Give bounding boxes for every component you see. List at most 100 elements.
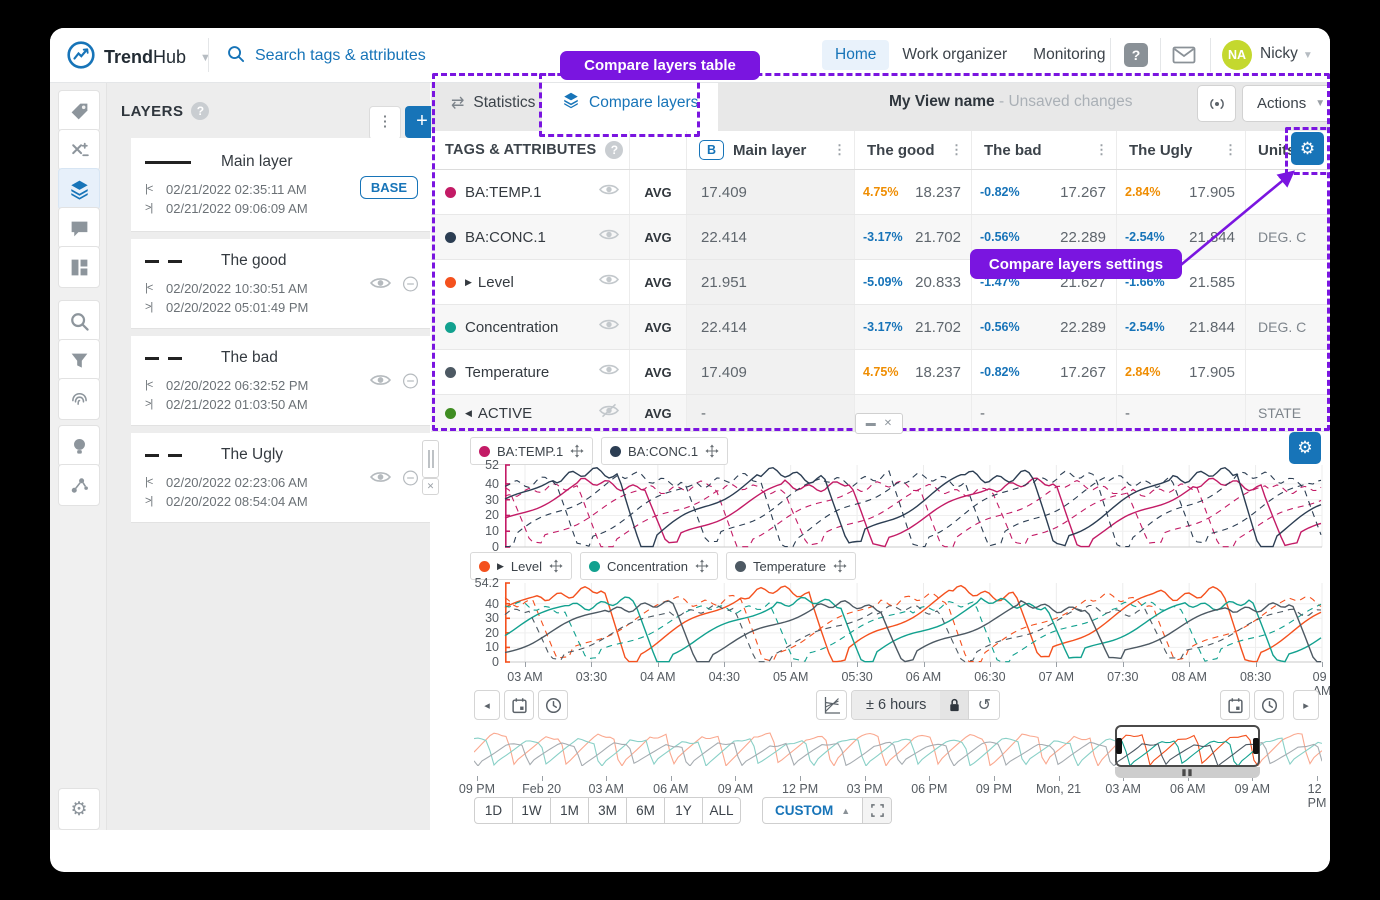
- rail-layers-icon[interactable]: [58, 168, 100, 210]
- start-time-picker-button[interactable]: [538, 690, 568, 720]
- move-icon[interactable]: [695, 559, 709, 573]
- rail-dashboard-icon[interactable]: [58, 246, 100, 288]
- selection-drag-strip[interactable]: ▮▮: [1115, 767, 1260, 778]
- legend-chip-temperature[interactable]: Temperature: [726, 552, 856, 580]
- visibility-eye-icon[interactable]: [599, 362, 619, 382]
- zoom-custom-button[interactable]: CUSTOM▲: [763, 798, 862, 823]
- aggregation-type[interactable]: AVG: [630, 350, 687, 394]
- layer-visibility-eye-icon[interactable]: [370, 469, 391, 490]
- table-row[interactable]: ▶ Level AVG 21.951 -5.09%20.833 -1.47%21…: [431, 260, 1330, 305]
- help-icon[interactable]: ?: [605, 141, 623, 159]
- compare-trends-button[interactable]: [816, 690, 847, 720]
- nav-item-monitoring[interactable]: Monitoring: [1020, 40, 1118, 70]
- chevron-down-icon[interactable]: ▼: [200, 52, 211, 64]
- legend-chip-concentration[interactable]: Concentration: [580, 552, 718, 580]
- rail-formula-icon[interactable]: [58, 129, 100, 171]
- avatar[interactable]: NA: [1222, 40, 1252, 70]
- lock-icon[interactable]: [940, 691, 968, 719]
- aggregation-type[interactable]: AVG: [630, 260, 687, 304]
- kebab-menu-icon[interactable]: ⋮: [1095, 142, 1108, 158]
- visibility-eye-icon[interactable]: [599, 403, 619, 423]
- rail-fingerprint-icon[interactable]: [58, 378, 100, 420]
- visibility-eye-icon[interactable]: [599, 317, 619, 337]
- column-the-ugly[interactable]: The Ugly⋮: [1117, 131, 1246, 169]
- move-icon[interactable]: [570, 444, 584, 458]
- trend-chart-plot[interactable]: [505, 465, 1322, 547]
- visibility-eye-icon[interactable]: [599, 227, 619, 247]
- layer-remove-icon[interactable]: [400, 276, 420, 296]
- rail-tag-icon[interactable]: [58, 90, 100, 132]
- rail-node-graph-icon[interactable]: [58, 464, 100, 506]
- column-the-bad[interactable]: The bad⋮: [972, 131, 1117, 169]
- rail-filter-icon[interactable]: [58, 339, 100, 381]
- aggregation-type[interactable]: AVG: [630, 215, 687, 259]
- scroll-right-button[interactable]: ▸: [1293, 690, 1319, 720]
- kebab-menu-icon[interactable]: ⋮: [833, 142, 846, 158]
- layer-card[interactable]: The Ugly |<02/20/2022 02:23:06 AM >|02/2…: [131, 433, 430, 523]
- zoom-preset-1d[interactable]: 1D: [474, 797, 513, 824]
- nav-item-home[interactable]: Home: [822, 40, 889, 70]
- layer-card[interactable]: The good |<02/20/2022 10:30:51 AM >|02/2…: [131, 239, 430, 329]
- column-the-good[interactable]: The good⋮: [855, 131, 972, 169]
- help-icon[interactable]: ?: [1124, 43, 1148, 67]
- context-selection-window[interactable]: [1115, 725, 1260, 767]
- nav-item-work-organizer[interactable]: Work organizer: [889, 40, 1020, 70]
- zoom-preset-3m[interactable]: 3M: [588, 797, 627, 824]
- selection-handle-right[interactable]: [1253, 738, 1259, 754]
- brand[interactable]: TrendHub ▼: [66, 40, 211, 75]
- zoom-preset-1m[interactable]: 1M: [550, 797, 589, 824]
- help-icon[interactable]: ?: [191, 102, 209, 120]
- zoom-preset-6m[interactable]: 6M: [626, 797, 665, 824]
- zoom-preset-all[interactable]: ALL: [702, 797, 741, 824]
- zoom-preset-1w[interactable]: 1W: [512, 797, 551, 824]
- end-time-picker-button[interactable]: [1254, 690, 1284, 720]
- mail-icon[interactable]: [1172, 45, 1196, 70]
- panel-resize-pill[interactable]: ▬✕: [855, 413, 903, 434]
- column-main-layer[interactable]: BMain layer⋮: [687, 131, 855, 169]
- table-row[interactable]: BA:TEMP.1 AVG 17.409 4.75%18.237 -0.82%1…: [431, 170, 1330, 215]
- time-range-label[interactable]: ± 6 hours: [852, 691, 940, 719]
- selection-handle-left[interactable]: [1116, 738, 1122, 754]
- move-icon[interactable]: [833, 559, 847, 573]
- aggregation-type[interactable]: AVG: [630, 170, 687, 214]
- rail-lightbulb-icon[interactable]: [58, 425, 100, 467]
- layer-remove-icon[interactable]: [400, 470, 420, 490]
- move-icon[interactable]: [549, 559, 563, 573]
- aggregation-type[interactable]: AVG: [630, 305, 687, 349]
- minimize-icon[interactable]: ▬: [866, 419, 876, 429]
- expand-caret-icon[interactable]: ◀: [465, 408, 472, 419]
- kebab-menu-icon[interactable]: ⋮: [950, 142, 963, 158]
- layer-visibility-eye-icon[interactable]: [370, 275, 391, 296]
- close-icon[interactable]: ✕: [884, 419, 892, 429]
- panel-drag-handle[interactable]: [422, 440, 439, 478]
- compare-layers-settings-gear-button[interactable]: ⚙: [1291, 132, 1324, 165]
- scroll-left-button[interactable]: ◂: [474, 690, 500, 720]
- rail-gear-icon[interactable]: ⚙: [58, 788, 100, 830]
- user-menu[interactable]: Nicky▼: [1260, 45, 1313, 63]
- chart-settings-gear-button[interactable]: ⚙: [1289, 432, 1321, 464]
- table-row[interactable]: BA:CONC.1 AVG 22.414 -3.17%21.702 -0.56%…: [431, 215, 1330, 260]
- expand-caret-icon[interactable]: ▶: [465, 277, 472, 288]
- actions-button[interactable]: Actions▼: [1242, 85, 1330, 122]
- rail-search-icon[interactable]: [58, 300, 100, 342]
- search-input[interactable]: Search tags & attributes: [226, 44, 426, 68]
- start-date-picker-button[interactable]: [504, 690, 534, 720]
- history-icon[interactable]: ↺: [968, 691, 999, 719]
- layer-remove-icon[interactable]: [400, 373, 420, 393]
- layer-card[interactable]: The bad |<02/20/2022 06:32:52 PM >|02/21…: [131, 336, 430, 426]
- table-row[interactable]: Temperature AVG 17.409 4.75%18.237 -0.82…: [431, 350, 1330, 395]
- end-date-picker-button[interactable]: [1220, 690, 1250, 720]
- layers-menu-button[interactable]: ⋮: [369, 106, 401, 140]
- live-broadcast-button[interactable]: [1197, 85, 1236, 122]
- aggregation-type[interactable]: AVG: [630, 395, 687, 431]
- table-row[interactable]: Concentration AVG 22.414 -3.17%21.702 -0…: [431, 305, 1330, 350]
- legend-chip-ba-conc-1[interactable]: BA:CONC.1: [601, 437, 728, 465]
- zoom-preset-1y[interactable]: 1Y: [664, 797, 703, 824]
- expand-caret-icon[interactable]: ▶: [497, 561, 504, 572]
- move-icon[interactable]: [705, 444, 719, 458]
- kebab-menu-icon[interactable]: ⋮: [1224, 142, 1237, 158]
- fullscreen-icon[interactable]: [862, 798, 891, 823]
- panel-close-button[interactable]: ✕: [422, 478, 439, 495]
- visibility-eye-icon[interactable]: [599, 182, 619, 202]
- visibility-eye-icon[interactable]: [599, 272, 619, 292]
